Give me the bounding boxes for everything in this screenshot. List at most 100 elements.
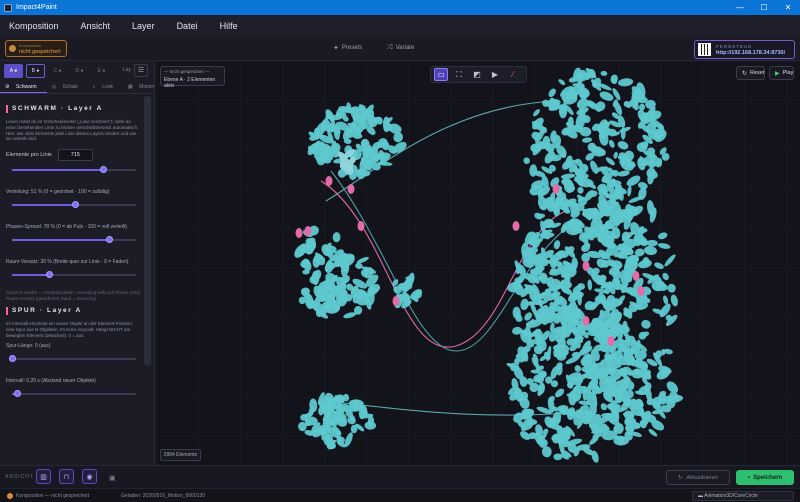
settings-panel: A ● B ● C ● D ● E ● Lay ☰ ⚙ Schwarm ◎ Sc… bbox=[0, 61, 184, 465]
layer-tab-e[interactable]: E ● bbox=[92, 64, 111, 78]
slider-knob[interactable] bbox=[46, 271, 54, 279]
swarm-element bbox=[662, 272, 669, 281]
layer-tab-a[interactable]: A ● bbox=[4, 64, 23, 78]
tab-presets-label: Presets bbox=[341, 45, 363, 51]
swarm-marker bbox=[347, 184, 355, 194]
maximize-button[interactable]: ☐ bbox=[752, 3, 776, 12]
layers-icon[interactable]: ◩ bbox=[470, 68, 484, 81]
tab-variate-label: Variate bbox=[395, 45, 415, 51]
phasen-slider[interactable] bbox=[12, 235, 136, 245]
swarm-element bbox=[665, 314, 678, 326]
save-label: Speichern bbox=[753, 474, 783, 481]
slider-knob[interactable] bbox=[13, 389, 21, 397]
window-title: Impact4Paint bbox=[16, 4, 57, 11]
layer-tab-d[interactable]: D ● bbox=[70, 64, 89, 78]
title-bar: Impact4Paint — ☐ ✕ bbox=[0, 0, 800, 15]
play-button[interactable]: ▶ Play bbox=[769, 66, 794, 80]
fit-view-icon[interactable]: ⛶ bbox=[452, 68, 466, 81]
panel-scrollbar[interactable] bbox=[144, 96, 151, 366]
swarm-element bbox=[558, 79, 566, 86]
remote-url: http://192.168.178.34:8730/ bbox=[716, 49, 786, 56]
swarm-element bbox=[657, 243, 671, 249]
play-label: Play bbox=[782, 70, 794, 76]
swarm-element bbox=[364, 421, 377, 430]
save-status-badge[interactable]: Komposition nicht gespeichert bbox=[5, 40, 67, 57]
view-stack-icon[interactable]: ⊓ bbox=[59, 469, 74, 484]
image-icon[interactable]: ▣ bbox=[109, 474, 116, 482]
tab-presets[interactable]: ✦ Presets bbox=[333, 44, 362, 52]
interval-slider[interactable] bbox=[12, 389, 136, 399]
remote-control-badge[interactable]: FERNSTEUE http://192.168.178.34:8730/ bbox=[694, 40, 795, 59]
layer-tab-b[interactable]: B ● bbox=[26, 64, 45, 78]
layer-tab-c[interactable]: C ● bbox=[48, 64, 67, 78]
view-split-icon[interactable]: ▥ bbox=[36, 469, 51, 484]
refresh-icon: ↻ bbox=[742, 70, 748, 77]
menu-komposition[interactable]: Komposition bbox=[9, 21, 59, 31]
swarm-marker bbox=[512, 221, 520, 231]
save-button[interactable]: ▪ Speichern bbox=[736, 470, 794, 485]
swarm-element bbox=[587, 279, 593, 291]
raum-slider[interactable] bbox=[12, 270, 136, 280]
swarm-marker bbox=[392, 296, 400, 306]
canvas-toolbar: ▭ ⛶ ◩ ▶ ⁄ bbox=[430, 66, 527, 83]
save-icon: ▪ bbox=[747, 474, 751, 481]
elements-input[interactable]: 715 bbox=[57, 149, 93, 162]
subtab-look[interactable]: ◐ Look bbox=[88, 81, 123, 93]
swarm-element bbox=[617, 170, 630, 177]
subtab-schwarm[interactable]: ⚙ Schwarm bbox=[0, 81, 47, 93]
swarm-element bbox=[644, 245, 657, 256]
close-button[interactable]: ✕ bbox=[776, 3, 800, 12]
panel-subtabs: ⚙ Schwarm ◎ Schale ◐ Look ▦ Motion ⤢ Ri bbox=[0, 81, 184, 94]
play-preview-icon[interactable]: ▶ bbox=[488, 68, 502, 81]
panel-content: SCHWARM · Layer A Linien malst du im Vor… bbox=[6, 97, 142, 413]
swarm-element bbox=[553, 240, 561, 250]
swarm-element bbox=[599, 91, 614, 101]
hint-note: (Linkt ist wieder = +Kontrollsdaten: Ver… bbox=[6, 290, 141, 301]
swarm-element bbox=[646, 239, 658, 247]
verteilung-slider[interactable] bbox=[12, 200, 136, 210]
section-accent bbox=[6, 307, 8, 316]
menu-ansicht[interactable]: Ansicht bbox=[81, 21, 111, 31]
minimize-button[interactable]: — bbox=[728, 3, 752, 12]
eraser-icon[interactable]: ⁄ bbox=[506, 68, 520, 81]
layer-label: Lay bbox=[123, 67, 132, 73]
swarm-marker bbox=[582, 261, 590, 271]
slider-knob[interactable] bbox=[99, 166, 107, 174]
remote-label: FERNSTEUE bbox=[716, 43, 753, 49]
subtab-schale[interactable]: ◎ Schale bbox=[47, 81, 88, 93]
swarm-element bbox=[541, 446, 552, 458]
swarm-element bbox=[629, 359, 639, 367]
view-focus-icon[interactable]: ◉ bbox=[82, 469, 97, 484]
slider-knob[interactable] bbox=[9, 354, 16, 362]
slider-knob[interactable] bbox=[105, 236, 113, 244]
status-text: nicht gespeichert bbox=[19, 48, 61, 55]
layer-tabs: A ● B ● C ● D ● E ● bbox=[4, 64, 114, 78]
elements-field: Elemente pro Linie 715 bbox=[6, 149, 142, 162]
preview-canvas[interactable]: — nicht gespeichert — Ebene A · 2 Elemen… bbox=[156, 61, 800, 465]
project-path[interactable]: ▬ Animation3D/CoreCircle bbox=[692, 491, 794, 501]
swarm-element bbox=[663, 295, 669, 305]
slider-knob[interactable] bbox=[72, 201, 80, 209]
unsaved-dot-icon bbox=[7, 492, 13, 499]
menu-hilfe[interactable]: Hilfe bbox=[220, 21, 238, 31]
swarm-marker bbox=[582, 316, 590, 326]
refresh-button[interactable]: ↻ Aktualisieren bbox=[666, 470, 730, 485]
swarm-element bbox=[581, 137, 593, 143]
section-title: SPUR · Layer A bbox=[12, 307, 82, 315]
menu-layer[interactable]: Layer bbox=[132, 21, 155, 31]
elements-label: Elemente pro Linie bbox=[6, 152, 52, 159]
draw-line-icon[interactable]: ▭ bbox=[434, 68, 448, 81]
sparkle-icon: ✦ bbox=[333, 45, 339, 52]
elements-slider[interactable] bbox=[12, 165, 136, 175]
phasen-label: Phasen-Spread: 78 % (0 = ab Puls · 100 =… bbox=[6, 224, 127, 231]
menu-datei[interactable]: Datei bbox=[177, 21, 198, 31]
swarm-marker bbox=[357, 221, 365, 231]
menu-bar: Komposition Ansicht Layer Datei Hilfe bbox=[0, 15, 800, 37]
canvas-status-line1: — nicht gespeichert — bbox=[164, 69, 210, 74]
refresh-label: Aktualisieren bbox=[686, 474, 719, 481]
reset-button[interactable]: ↻ Reset bbox=[736, 66, 765, 80]
spur-length-slider[interactable] bbox=[9, 354, 136, 364]
tab-variate[interactable]: ⤮ Variate bbox=[387, 44, 414, 52]
section-schwarm: SCHWARM · Layer A bbox=[6, 105, 142, 113]
menu-icon[interactable]: ☰ bbox=[134, 64, 148, 77]
